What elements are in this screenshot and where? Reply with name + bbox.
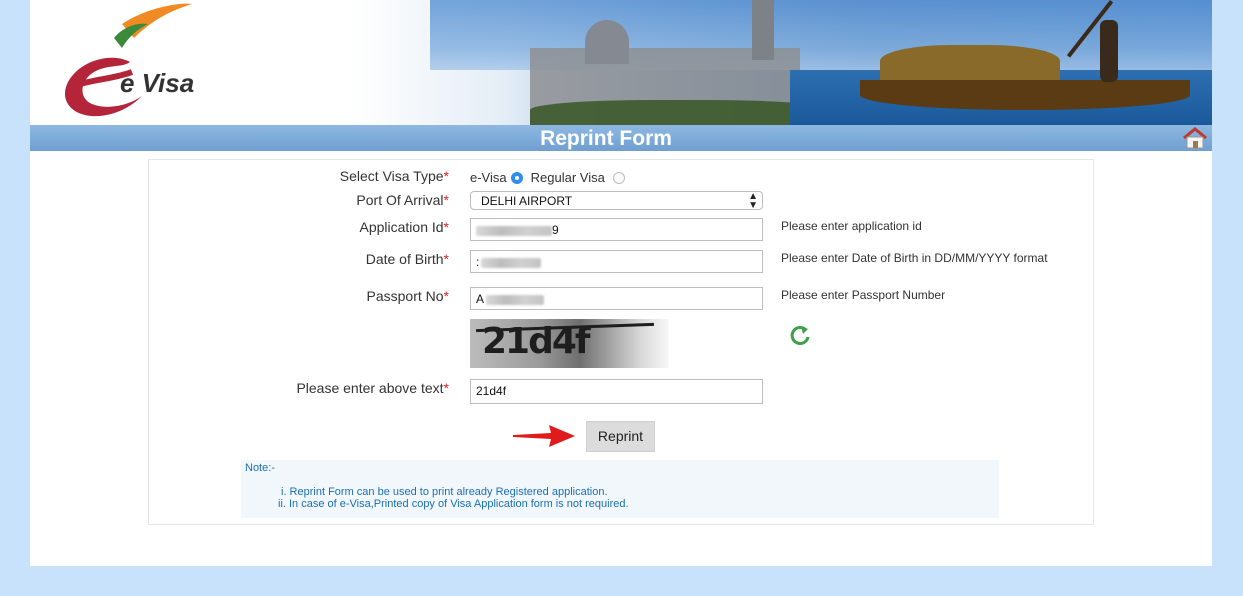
reprint-button[interactable]: Reprint <box>586 421 655 452</box>
port-of-arrival-value: DELHI AIRPORT <box>481 194 573 208</box>
visa-type-radio-group: e-Visa Regular Visa <box>470 170 629 185</box>
captcha-label: Please enter above text* <box>296 380 449 396</box>
captcha-input[interactable]: 21d4f <box>470 379 763 404</box>
date-of-birth-label: Date of Birth* <box>365 251 449 267</box>
banner-boat-hull <box>860 80 1190 110</box>
required-mark: * <box>443 192 449 208</box>
port-of-arrival-label: Port Of Arrival* <box>356 192 449 208</box>
redacted-value <box>476 225 552 236</box>
evisa-logo[interactable] <box>52 2 202 120</box>
required-mark: * <box>443 380 449 396</box>
redacted-value <box>486 294 545 305</box>
note-title: Note:- <box>245 462 275 474</box>
application-id-visible-value: 9 <box>552 223 559 237</box>
required-mark: * <box>443 288 449 304</box>
date-of-birth-visible-value: : <box>476 255 480 269</box>
application-id-input[interactable]: 9 <box>470 218 763 241</box>
application-id-hint: Please enter application id <box>781 219 922 233</box>
evisa-radio[interactable] <box>510 171 523 184</box>
application-id-label: Application Id* <box>359 219 449 235</box>
passport-no-label: Passport No* <box>366 288 450 304</box>
banner-boatman <box>1100 20 1118 82</box>
evisa-option-label: e-Visa <box>470 170 507 185</box>
header-banner: e Visa <box>30 0 1212 125</box>
banner-tower <box>752 0 774 60</box>
regular-visa-option-label: Regular Visa <box>530 170 605 185</box>
logo-text: e Visa <box>120 68 195 98</box>
page-container: e Visa Reprint Form Select Visa Type* e-… <box>30 0 1212 566</box>
required-mark: * <box>443 219 449 235</box>
note-box: Note:- i. Reprint Form can be used to pr… <box>241 460 999 518</box>
title-bar: Reprint Form <box>30 125 1212 151</box>
redacted-value <box>481 257 542 268</box>
select-arrows-icon: ▲ ▼ <box>748 191 758 211</box>
date-of-birth-input[interactable]: : <box>470 250 763 273</box>
banner-dome <box>585 20 629 64</box>
passport-no-input[interactable]: A <box>470 287 763 310</box>
visa-type-label: Select Visa Type* <box>339 168 449 184</box>
passport-no-visible-value: A <box>476 292 485 306</box>
required-mark: * <box>443 251 449 267</box>
note-item: ii. In case of e-Visa,Printed copy of Vi… <box>278 498 629 510</box>
passport-no-hint: Please enter Passport Number <box>781 288 946 302</box>
reprint-form: Select Visa Type* e-Visa Regular Visa Po… <box>148 159 1094 525</box>
required-mark: * <box>443 168 449 184</box>
captcha-image: 21d4f <box>470 319 669 368</box>
home-icon[interactable] <box>1182 127 1208 149</box>
red-arrow-icon <box>513 425 575 447</box>
note-item: i. Reprint Form can be used to print alr… <box>281 486 608 498</box>
port-of-arrival-select[interactable]: DELHI AIRPORT ▲ ▼ <box>470 191 763 211</box>
page-title: Reprint Form <box>540 127 672 150</box>
refresh-captcha-icon[interactable] <box>789 324 811 346</box>
banner-boat-roof <box>880 45 1060 85</box>
date-of-birth-hint: Please enter Date of Birth in DD/MM/YYYY… <box>781 251 1048 265</box>
banner-trees <box>530 100 830 125</box>
regular-visa-radio[interactable] <box>612 171 625 184</box>
